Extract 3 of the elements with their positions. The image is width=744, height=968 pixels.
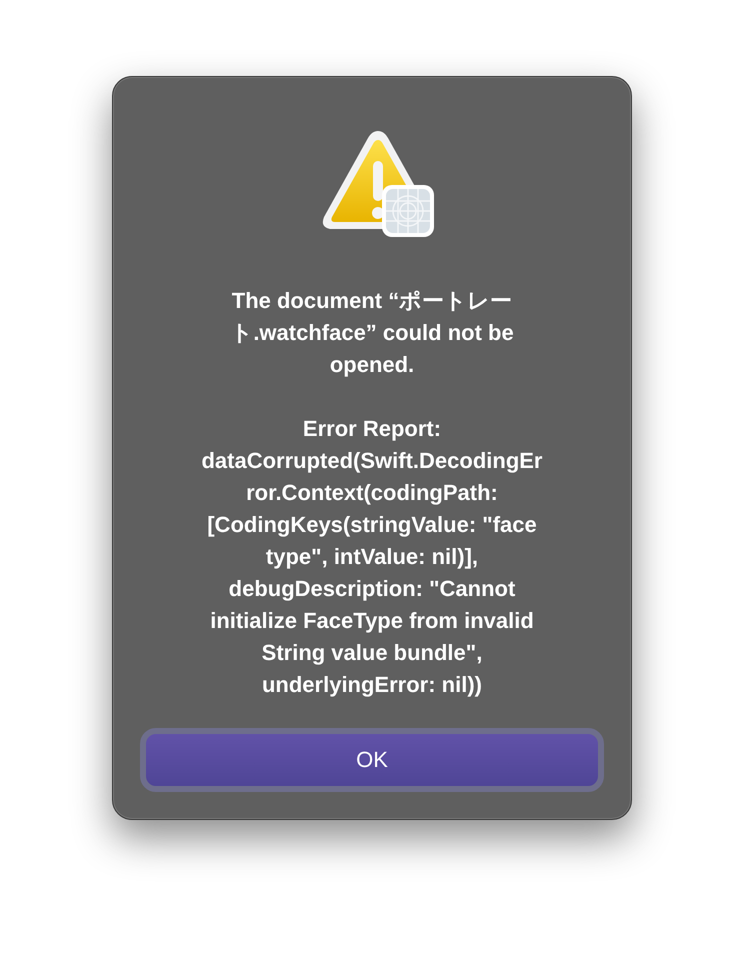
ok-button[interactable]: OK — [140, 728, 604, 792]
error-message: Error Report: dataCorrupted(Swift.DecodingEr ror.Context(codingPath: [CodingKeys(stringValue: "face type", intValue: nil)], debugDescription: "Cannot initialize FaceType from invalid String value bundle", underlyingError: nil)) — [201, 415, 542, 699]
alert-title: The document “ポートレー ト.watchface” could not be opened. — [230, 287, 514, 379]
